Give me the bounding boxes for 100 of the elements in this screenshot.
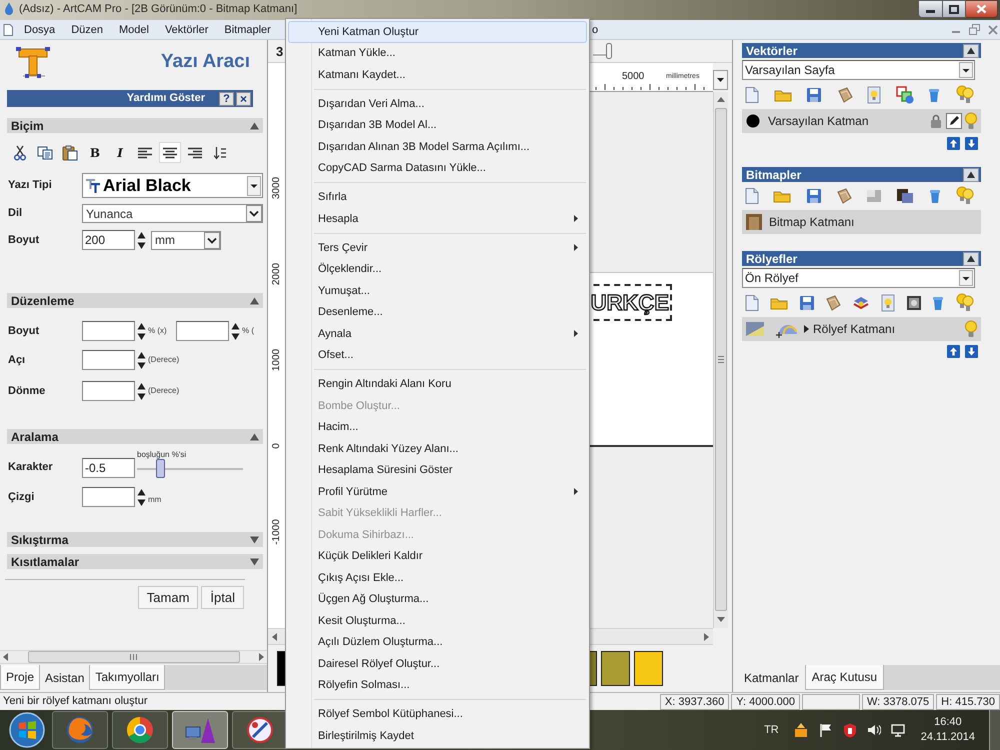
- trash-icon[interactable]: [928, 87, 940, 103]
- move-down-icon[interactable]: [965, 137, 978, 150]
- layer-select[interactable]: Ön Rölyef: [742, 268, 975, 288]
- lightbulb-page-icon[interactable]: [880, 294, 895, 312]
- padlock-icon[interactable]: [930, 114, 942, 128]
- section-header[interactable]: Sıkıştırma: [7, 532, 263, 547]
- menu-item[interactable]: Dışarıdan 3B Model Al...: [288, 114, 587, 136]
- layer-row[interactable]: Bitmap Katmanı: [742, 210, 981, 234]
- picture-icon[interactable]: [896, 188, 914, 204]
- sheets-icon[interactable]: [836, 188, 852, 204]
- chevron-down-icon[interactable]: [246, 205, 262, 222]
- menu-item[interactable]: Yeni Katman Oluştur: [288, 21, 587, 42]
- taskbar-button[interactable]: [232, 711, 288, 749]
- menu-item[interactable]: Ofset...: [288, 344, 587, 366]
- folder-icon[interactable]: [773, 189, 792, 203]
- expand-arrow-icon[interactable]: [250, 536, 259, 544]
- menu-item[interactable]: CopyCAD Sarma Datasını Yükle...: [288, 158, 587, 179]
- document-icon[interactable]: [745, 87, 759, 103]
- tab[interactable]: Asistan: [40, 665, 90, 690]
- expand-arrow-icon[interactable]: [804, 325, 809, 333]
- menu-item[interactable]: Sıfırla: [288, 186, 587, 208]
- horizontal-scrollbar[interactable]: [0, 650, 267, 664]
- image-icon[interactable]: [906, 295, 922, 311]
- collapse-arrow-icon[interactable]: [250, 432, 259, 440]
- input-field[interactable]: [82, 381, 135, 401]
- scroll-right-icon[interactable]: [704, 632, 709, 640]
- scroll-down-icon[interactable]: [717, 617, 725, 622]
- lightbulbs-icon[interactable]: [955, 293, 975, 313]
- scroll-left-icon[interactable]: [272, 632, 277, 640]
- sheets-icon[interactable]: [825, 295, 842, 311]
- move-up-icon[interactable]: [947, 137, 960, 150]
- menu-item[interactable]: Hesaplama Süresini Göster: [288, 460, 587, 481]
- menu-item[interactable]: Vektörler: [156, 22, 216, 36]
- show-desktop-button[interactable]: [989, 710, 1000, 750]
- document-icon[interactable]: [3, 24, 13, 36]
- menu-item[interactable]: Dışarıdan Alınan 3B Model Sarma Açılımı...: [288, 136, 587, 158]
- folder-icon[interactable]: [774, 88, 792, 102]
- menu-item[interactable]: Rengin Altındaki Alanı Koru: [288, 374, 587, 395]
- language-select[interactable]: Yunanca: [82, 204, 263, 223]
- start-button[interactable]: [8, 711, 46, 749]
- bold-button[interactable]: B: [84, 142, 106, 163]
- taskbar-button[interactable]: [112, 711, 168, 749]
- section-header[interactable]: Aralama: [7, 429, 263, 444]
- document-icon[interactable]: [745, 188, 759, 204]
- overlap-squares-icon[interactable]: [896, 86, 914, 104]
- layer-row[interactable]: Varsayılan Katman: [742, 109, 981, 133]
- dialog-button[interactable]: Tamam: [138, 586, 198, 609]
- help-link[interactable]: Yardımı Göster: [126, 92, 205, 105]
- section-header[interactable]: Biçim: [7, 118, 263, 133]
- menu-item[interactable]: Açılı Düzlem Oluşturma...: [288, 632, 587, 653]
- italic-button[interactable]: I: [109, 142, 131, 163]
- menu-item[interactable]: Ölçeklendir...: [288, 258, 587, 280]
- scrollbar-thumb[interactable]: [715, 108, 727, 611]
- spinner-icon[interactable]: [137, 488, 146, 506]
- menu-item[interactable]: Dairesel Rölyef Oluştur...: [288, 653, 587, 674]
- arrow-box-icon[interactable]: [792, 722, 809, 738]
- menu-item[interactable]: Desenleme...: [288, 302, 587, 323]
- input-field[interactable]: 200: [82, 230, 135, 250]
- menu-item[interactable]: Yumuşat...: [288, 280, 587, 302]
- menu-item[interactable]: Rölyefin Solması...: [288, 674, 587, 696]
- stack-icon[interactable]: [852, 295, 870, 311]
- trash-icon[interactable]: [932, 295, 944, 311]
- flag-icon[interactable]: [818, 723, 833, 737]
- slider-thumb[interactable]: [156, 459, 166, 478]
- input-field[interactable]: [82, 487, 135, 507]
- menu-item[interactable]: Kesit Oluşturma...: [288, 610, 587, 632]
- menu-item[interactable]: Aynala: [288, 323, 587, 344]
- scrollbar-thumb[interactable]: [28, 651, 240, 663]
- clock-date[interactable]: 24.11.2014: [920, 730, 975, 745]
- menu-item[interactable]: Birleştirilmiş Kaydet: [288, 725, 587, 746]
- unit-select[interactable]: mm: [151, 230, 221, 250]
- document-icon[interactable]: [745, 295, 759, 311]
- move-up-icon[interactable]: [947, 345, 960, 358]
- input-field[interactable]: [82, 350, 135, 370]
- save-icon[interactable]: [798, 295, 814, 311]
- lightbulbs-icon[interactable]: [954, 186, 975, 206]
- spinner-icon[interactable]: [137, 322, 146, 340]
- menu-item[interactable]: Ters Çevir: [288, 237, 587, 258]
- chevron-down-icon[interactable]: [204, 232, 220, 248]
- section-header[interactable]: Düzenleme: [7, 293, 263, 308]
- menu-item[interactable]: Profil Yürütme: [288, 481, 587, 502]
- tab[interactable]: Araç Kutusu: [804, 665, 884, 690]
- menu-item[interactable]: Düzen: [63, 22, 111, 36]
- menu-item[interactable]: Çıkış Açısı Ekle...: [288, 567, 587, 588]
- menu-item[interactable]: Hesapla: [288, 208, 587, 230]
- spinner-icon[interactable]: [231, 322, 240, 340]
- input-field[interactable]: -0.5: [82, 458, 135, 478]
- menu-item[interactable]: Model: [110, 22, 157, 36]
- menu-item[interactable]: Üçgen Ağ Oluşturma...: [288, 588, 587, 610]
- slider-track[interactable]: [137, 459, 243, 478]
- sheets-icon[interactable]: [836, 87, 853, 103]
- monitor-icon[interactable]: [890, 724, 905, 736]
- lightbulbs-icon[interactable]: [954, 85, 975, 105]
- clock-time[interactable]: 16:40: [934, 715, 962, 730]
- expand-arrow-icon[interactable]: [250, 558, 259, 566]
- minimize-button[interactable]: [918, 0, 943, 18]
- panel-header[interactable]: Bitmapler: [742, 167, 981, 182]
- restore-icon[interactable]: [969, 24, 980, 35]
- scroll-right-icon[interactable]: [259, 653, 264, 661]
- input-field[interactable]: [82, 321, 135, 341]
